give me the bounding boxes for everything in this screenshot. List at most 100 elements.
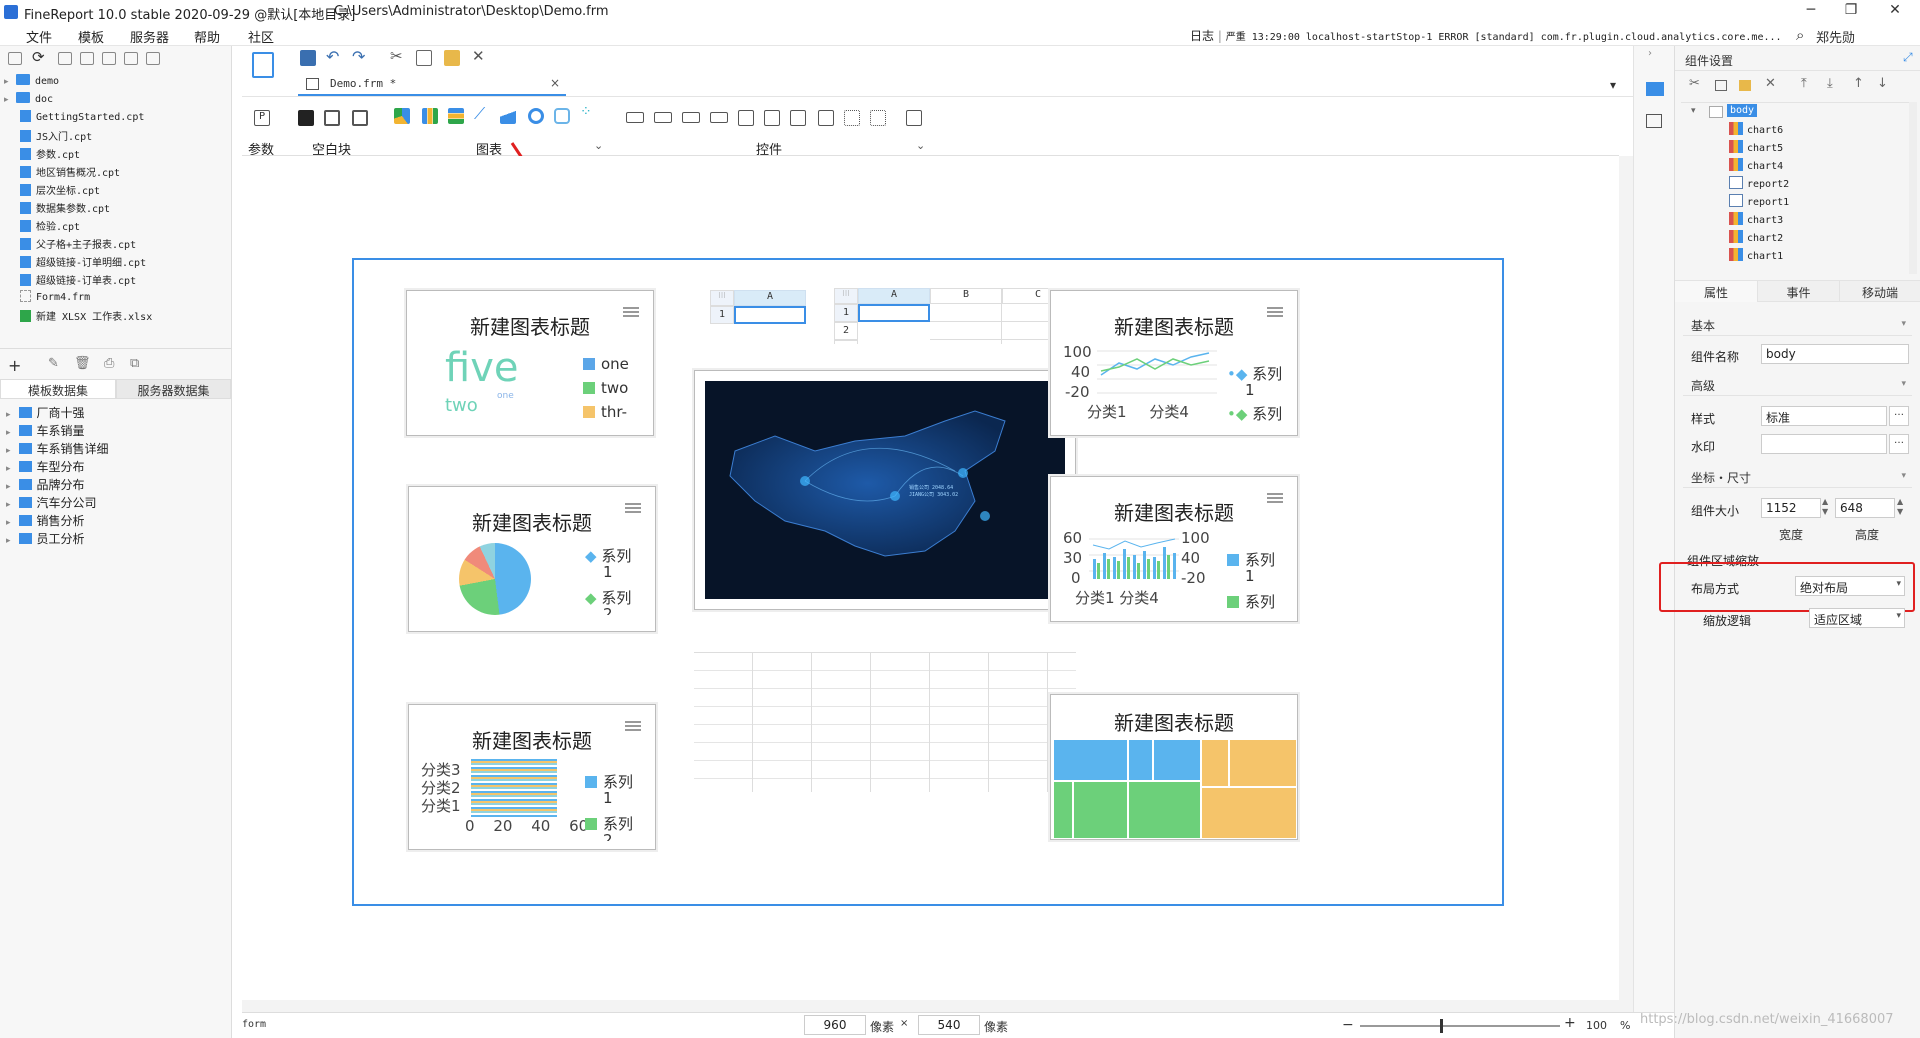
section-basic[interactable]: 基本 ▾ <box>1683 314 1912 336</box>
line-chart-icon[interactable]: ⟋ <box>474 104 485 124</box>
expand-arrow-icon[interactable]: ▸ <box>6 500 11 510</box>
radar-chart-icon[interactable] <box>554 108 570 124</box>
widget-list-icon[interactable] <box>252 52 274 78</box>
zoom-select[interactable]: 适应区域 ▾ <box>1809 608 1905 628</box>
menu-community[interactable]: 社区 <box>248 27 274 46</box>
dataset-item[interactable]: ▸ 车系销量 <box>6 422 85 440</box>
menu-template[interactable]: 模板 <box>78 27 104 46</box>
dropdown-control-icon[interactable] <box>710 112 728 123</box>
chart-bar[interactable]: 新建图表标题 分类3 分类2 分类1 0 20 40 60 系列 1 系列 2 <box>408 704 656 850</box>
legend-item[interactable]: two <box>583 379 628 397</box>
horizontal-scrollbar[interactable] <box>242 1000 1619 1012</box>
file-tree-item[interactable]: 新建 XLSX 工作表.xlsx <box>4 308 152 326</box>
name-input[interactable]: body <box>1761 344 1909 364</box>
chart-menu-icon[interactable] <box>623 307 639 317</box>
area-chart-icon[interactable] <box>500 108 516 124</box>
hbar-chart-icon[interactable] <box>448 108 464 124</box>
server-ds-icon[interactable]: ⧉ <box>130 356 139 371</box>
report2[interactable]: ⁝⁝⁝ A B C 1 2 3 <box>834 288 1050 344</box>
row-header[interactable]: 2 <box>834 322 858 340</box>
paste-icon[interactable] <box>444 50 460 66</box>
body-layout[interactable]: 新建图表标题 five two one one two thr- 新建图表标题 … <box>352 258 1504 906</box>
expand-arrow-icon[interactable]: ▸ <box>6 464 11 474</box>
control-more-icon[interactable]: ⌄ <box>916 139 925 152</box>
expand-arrow-icon[interactable]: ▸ <box>6 428 11 438</box>
tab-server-dataset[interactable]: 服务器数据集 <box>116 379 231 399</box>
row-header[interactable]: 1 <box>834 304 858 322</box>
zoom-out-icon[interactable]: − <box>1342 1017 1354 1033</box>
column-header[interactable]: A <box>858 288 930 304</box>
move-up-icon[interactable]: ↑ <box>1853 76 1864 91</box>
width-input[interactable]: 1152 <box>1761 498 1821 518</box>
collapse-left-icon[interactable]: › <box>1648 48 1652 59</box>
expand-arrow-icon[interactable]: ▸ <box>4 95 16 105</box>
layout-settings-icon[interactable] <box>1646 114 1662 128</box>
dataset-item[interactable]: ▸ 车型分布 <box>6 458 85 476</box>
zoom-slider-handle[interactable] <box>1440 1019 1443 1033</box>
selected-cell[interactable] <box>858 304 930 322</box>
expand-arrow-icon[interactable]: ▸ <box>4 77 16 87</box>
search-icon[interactable]: ⌕ <box>1796 26 1804 44</box>
user-name[interactable]: 郑先勋 <box>1816 27 1855 46</box>
column-header[interactable]: C <box>1002 288 1050 304</box>
editor-tab[interactable]: Demo.frm * × <box>298 72 566 96</box>
button-control-icon[interactable] <box>682 112 700 123</box>
textbox-control-icon[interactable] <box>654 112 672 123</box>
report1[interactable]: ⁝⁝⁝ A 1 <box>710 290 810 326</box>
dataset-item[interactable]: ▸ 品牌分布 <box>6 476 85 494</box>
file-tree-item[interactable]: JS入门.cpt <box>4 128 92 146</box>
chart-combo[interactable]: 新建图表标题 60 30 0 100 40 -20 分类1 分类4 系列 1 系… <box>1050 476 1298 622</box>
map-widget[interactable]: 销售公司 2048.64 JIANG公司 3043.02 <box>694 370 1076 610</box>
file-tree-item[interactable]: 数据集参数.cpt <box>4 200 110 218</box>
pin-icon[interactable]: ⤢ <box>1903 50 1913 65</box>
file-tree-item[interactable]: 超级链接-订单表.cpt <box>4 272 136 290</box>
component-tree-item[interactable]: chart5 <box>1729 140 1783 154</box>
toolbar-dropdown-icon[interactable]: ▾ <box>1610 78 1616 92</box>
menu-server[interactable]: 服务器 <box>130 27 169 46</box>
map-canvas[interactable]: 销售公司 2048.64 JIANG公司 3043.02 <box>705 381 1065 599</box>
delete-icon[interactable]: ✕ <box>1765 76 1776 91</box>
move-bottom-icon[interactable]: ⤓ <box>1827 76 1833 91</box>
delete-icon[interactable] <box>124 52 138 65</box>
chart-line[interactable]: 新建图表标题 100 40 -20 分类1 分类4 •◆ 系列 1 •◆ 系列 <box>1050 290 1298 436</box>
cut-icon[interactable]: ✂ <box>390 47 403 65</box>
tree-root-body[interactable]: body <box>1727 104 1758 117</box>
preview-icon[interactable]: ⎙ <box>104 356 114 371</box>
style-input[interactable]: 标准 <box>1761 406 1887 426</box>
blank-block-icon[interactable] <box>298 110 314 126</box>
chart-menu-icon[interactable] <box>1267 493 1283 503</box>
scatter-chart-icon[interactable]: ⁘ <box>580 104 592 120</box>
tab-mobile[interactable]: 移动端 <box>1839 281 1920 302</box>
dataset-item[interactable]: ▸ 车系销售详细 <box>6 440 109 458</box>
pie-chart-icon[interactable] <box>394 108 410 124</box>
cut-widget-icon[interactable]: ✂ <box>1689 76 1700 91</box>
column-header[interactable]: B <box>930 288 1002 304</box>
legend-item[interactable]: 系列 <box>1227 591 1275 612</box>
bar-chart-icon[interactable] <box>422 108 438 124</box>
component-tree-item[interactable]: chart4 <box>1729 158 1783 172</box>
legend-item[interactable]: thr- <box>583 403 627 421</box>
move-down-icon[interactable]: ↓ <box>1877 76 1888 91</box>
new-folder-icon[interactable] <box>8 52 22 65</box>
checkbox-group-icon[interactable] <box>818 110 834 126</box>
vertical-scrollbar[interactable] <box>1619 156 1633 1012</box>
file-tree-item[interactable]: Form4.frm <box>4 290 90 308</box>
minimize-icon[interactable]: ─ <box>1796 2 1826 22</box>
zoom-value[interactable]: 100 <box>1586 1019 1607 1032</box>
tab-layout-icon[interactable] <box>324 110 340 126</box>
label-control-icon[interactable] <box>626 112 644 123</box>
undo-icon[interactable]: ↶ <box>326 47 339 66</box>
style-more-button[interactable]: … <box>1889 406 1909 426</box>
copy-widget-icon[interactable] <box>1715 80 1727 91</box>
widget-settings-icon[interactable] <box>1646 82 1664 96</box>
close-icon[interactable]: ✕ <box>1880 2 1910 22</box>
expand-arrow-icon[interactable]: ▸ <box>6 518 11 528</box>
width-spinner-icon[interactable]: ▲ ▼ <box>1822 497 1828 517</box>
table-control-icon[interactable] <box>764 110 780 126</box>
absolute-layout-icon[interactable] <box>352 110 368 126</box>
expand-arrow-icon[interactable]: ▸ <box>6 482 11 492</box>
expand-arrow-icon[interactable]: ▸ <box>6 446 11 456</box>
layout-select[interactable]: 绝对布局 ▾ <box>1795 576 1905 596</box>
add-dataset-icon[interactable]: + <box>8 356 21 375</box>
combo-graphic[interactable] <box>1089 535 1179 583</box>
